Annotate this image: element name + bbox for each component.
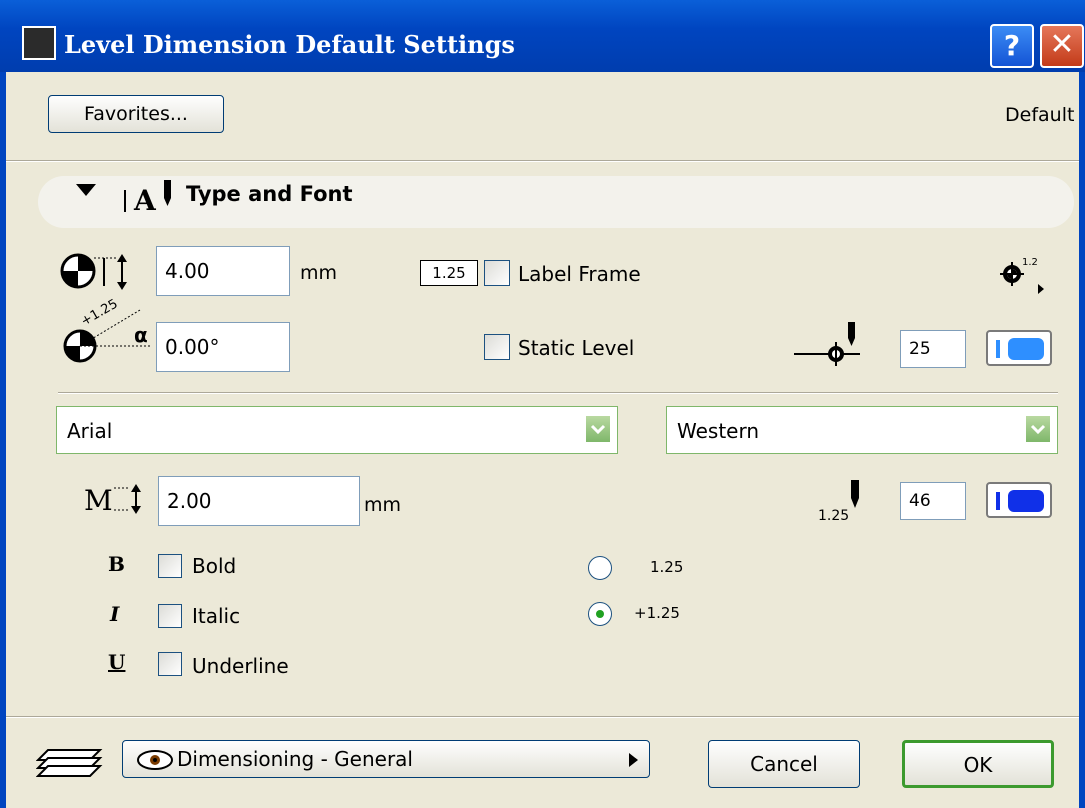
label-frame-label: Label Frame xyxy=(518,262,641,286)
chevron-down-icon[interactable] xyxy=(1025,415,1051,443)
font-family-select[interactable]: Arial xyxy=(56,406,618,454)
underline-label: Underline xyxy=(192,654,289,678)
format-option-2: +1.25 xyxy=(634,604,680,622)
chevron-right-icon xyxy=(629,753,638,767)
svg-text:A: A xyxy=(133,184,157,217)
italic-checkbox[interactable] xyxy=(158,604,182,628)
text-size-input[interactable]: 2.00 xyxy=(158,476,360,526)
bold-glyph: B xyxy=(108,552,125,576)
marker-pen-input[interactable]: 25 xyxy=(900,330,966,368)
marker-angle-input[interactable]: 0.00° xyxy=(156,322,290,372)
text-pen-input[interactable]: 46 xyxy=(900,482,966,520)
text-size-icon: M xyxy=(84,484,141,516)
marker-size-input[interactable]: 4.00 xyxy=(156,246,290,296)
pen-color-swatch xyxy=(1008,338,1044,360)
default-label: Default xyxy=(1005,104,1075,126)
underline-glyph: U xyxy=(108,650,126,674)
separator-mid xyxy=(58,392,1058,394)
marker-pen-color-button[interactable] xyxy=(986,330,1052,366)
separator-top xyxy=(6,160,1079,162)
favorites-button[interactable]: Favorites... xyxy=(48,95,224,133)
window-title: Level Dimension Default Settings xyxy=(64,30,515,59)
underline-checkbox[interactable] xyxy=(158,652,182,676)
marker-type-icon[interactable]: 1.2 xyxy=(998,254,1048,298)
help-button[interactable]: ? xyxy=(990,24,1034,68)
marker-pen-icon xyxy=(794,322,860,366)
type-font-icon: A xyxy=(124,180,171,217)
svg-text:M: M xyxy=(84,484,113,516)
label-frame-checkbox[interactable] xyxy=(484,260,510,286)
layer-select-button[interactable]: Dimensioning - General xyxy=(122,740,650,778)
font-script-value: Western xyxy=(677,419,760,443)
radio-dot xyxy=(596,610,604,618)
alpha-glyph: α xyxy=(134,323,148,347)
help-icon: ? xyxy=(1003,29,1021,62)
close-icon: ✕ xyxy=(1049,27,1075,62)
bold-label: Bold xyxy=(192,554,237,578)
static-level-label: Static Level xyxy=(518,336,635,360)
separator-bottom xyxy=(6,716,1079,718)
text-size-unit: mm xyxy=(364,494,402,516)
marker-angle-icon: +1.25 α xyxy=(63,297,152,363)
window-frame-left xyxy=(0,72,6,808)
chevron-down-icon[interactable] xyxy=(585,415,611,443)
label-frame-badge: 1.25 xyxy=(420,260,478,286)
static-level-checkbox[interactable] xyxy=(484,334,510,360)
marker-size-icon xyxy=(60,253,127,290)
layer-icon xyxy=(36,749,103,777)
marker-type-sup: 1.2 xyxy=(1022,257,1038,268)
cancel-button[interactable]: Cancel xyxy=(708,740,860,788)
collapse-triangle-icon[interactable] xyxy=(76,184,96,198)
italic-label: Italic xyxy=(192,604,241,628)
bold-checkbox[interactable] xyxy=(158,554,182,578)
pen-color-bar xyxy=(996,492,1000,510)
pen-icon xyxy=(851,480,859,508)
window-frame-right xyxy=(1079,72,1085,808)
close-button[interactable]: ✕ xyxy=(1040,24,1084,68)
layer-value: Dimensioning - General xyxy=(177,747,413,771)
eye-icon xyxy=(137,750,173,770)
format-option-1: 1.25 xyxy=(650,558,684,576)
pen-color-swatch xyxy=(1008,490,1044,512)
app-icon xyxy=(22,26,56,60)
font-script-select[interactable]: Western xyxy=(666,406,1058,454)
ok-button[interactable]: OK xyxy=(902,740,1054,788)
panel-title: Type and Font xyxy=(186,182,353,206)
pen-color-bar xyxy=(996,340,1000,358)
font-family-value: Arial xyxy=(67,419,113,443)
marker-size-unit: mm xyxy=(300,262,338,284)
format-radio-1[interactable] xyxy=(588,556,612,580)
italic-glyph: I xyxy=(110,602,120,626)
format-radio-2[interactable] xyxy=(588,602,612,626)
text-pen-prefix: 1.25 xyxy=(818,508,850,524)
angle-marker-text: +1.25 xyxy=(79,297,121,330)
text-pen-color-button[interactable] xyxy=(986,482,1052,518)
